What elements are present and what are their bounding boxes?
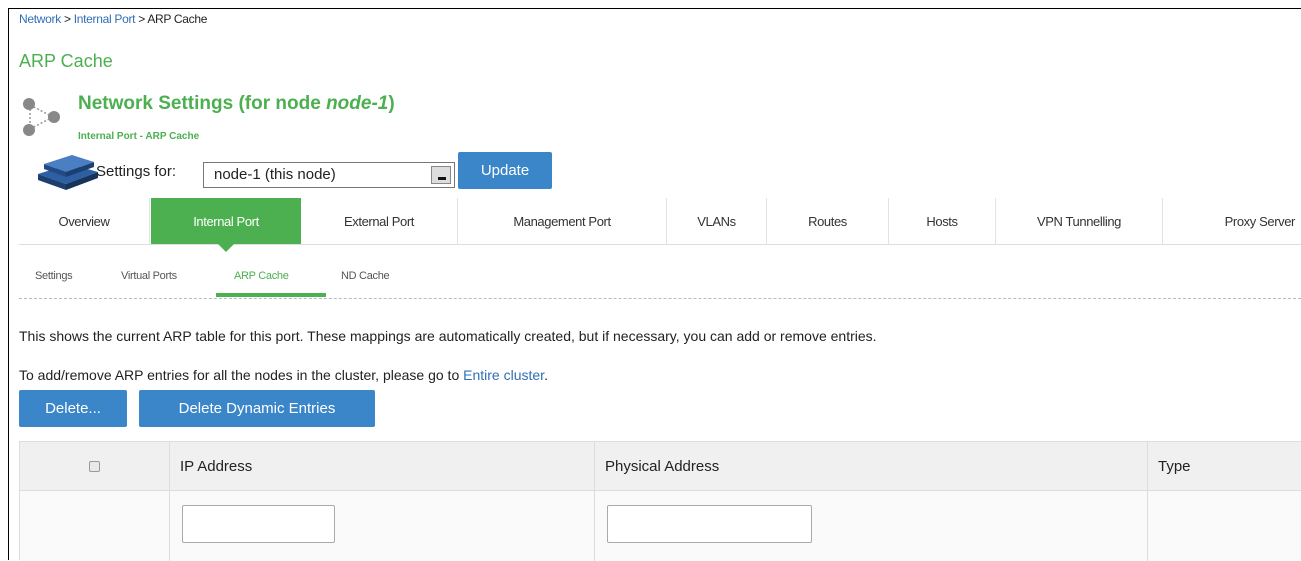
network-settings-subtitle: Internal Port - ARP Cache (78, 131, 200, 142)
breadcrumb: Network > Internal Port > ARP Cache (19, 12, 207, 26)
title-prefix: Network Settings (for node (78, 93, 327, 114)
breadcrumb-separator: > (138, 12, 145, 26)
tab-vpn-tunnelling[interactable]: VPN Tunnelling (996, 198, 1163, 244)
breadcrumb-link-internal-port[interactable]: Internal Port (74, 12, 136, 26)
table-header-row: IP Address Physical Address Type (20, 442, 1301, 491)
column-header-ip-address[interactable]: IP Address (170, 442, 595, 490)
title-node: node-1 (326, 93, 389, 114)
network-node-icon (23, 98, 60, 136)
breadcrumb-current: ARP Cache (147, 12, 208, 26)
row-select-cell (20, 491, 170, 561)
active-subtab-indicator (216, 293, 326, 297)
subtab-settings[interactable]: Settings (35, 270, 73, 282)
breadcrumb-link-network[interactable]: Network (19, 12, 61, 26)
tab-proxy-server[interactable]: Proxy Server (1163, 198, 1301, 244)
subtab-arp-cache[interactable]: ARP Cache (234, 270, 289, 282)
node-select[interactable]: node-1 (this node) (203, 162, 455, 188)
network-settings-title: Network Settings (for node node-1) (78, 93, 395, 115)
column-header-type[interactable]: Type (1148, 442, 1301, 490)
delete-button[interactable]: Delete... (19, 390, 127, 427)
ip-address-input[interactable] (182, 505, 335, 543)
entire-cluster-link[interactable]: Entire cluster (463, 367, 544, 383)
subtab-virtual-ports[interactable]: Virtual Ports (121, 270, 177, 282)
tab-external-port[interactable]: External Port (301, 198, 458, 244)
physical-address-input[interactable] (607, 505, 812, 543)
main-tabs: Overview Internal Port External Port Man… (19, 198, 1301, 252)
tab-hosts[interactable]: Hosts (889, 198, 996, 244)
description-line-2-end: . (544, 367, 548, 383)
physical-address-cell (595, 491, 1148, 561)
node-select-value: node-1 (this node) (214, 166, 336, 183)
description-line-2-text: To add/remove ARP entries for all the no… (19, 367, 464, 383)
breadcrumb-separator: > (63, 12, 71, 26)
description-line-1: This shows the current ARP table for thi… (19, 328, 877, 344)
update-button[interactable]: Update (458, 152, 552, 189)
tab-overview[interactable]: Overview (19, 198, 150, 244)
description-line-2: To add/remove ARP entries for all the no… (19, 367, 548, 383)
server-stack-icon (38, 155, 98, 190)
table-row (20, 491, 1301, 561)
title-suffix: ) (388, 93, 395, 114)
tab-management-port[interactable]: Management Port (458, 198, 667, 244)
tab-internal-port[interactable]: Internal Port (151, 198, 301, 252)
column-header-physical-address[interactable]: Physical Address (595, 442, 1148, 490)
subtab-nd-cache[interactable]: ND Cache (341, 270, 390, 282)
subtab-divider (19, 298, 1301, 299)
ip-address-cell (170, 491, 595, 561)
settings-for-label: Settings for: (96, 163, 177, 180)
arp-table: IP Address Physical Address Type (19, 441, 1301, 561)
type-cell (1148, 491, 1301, 561)
page-title: ARP Cache (19, 51, 113, 71)
select-all-cell (20, 442, 170, 490)
tab-vlans[interactable]: VLANs (667, 198, 767, 244)
chevron-down-icon[interactable] (431, 166, 451, 184)
tab-routes[interactable]: Routes (767, 198, 889, 244)
checkbox-icon[interactable] (89, 460, 100, 472)
delete-dynamic-entries-button[interactable]: Delete Dynamic Entries (139, 390, 375, 427)
